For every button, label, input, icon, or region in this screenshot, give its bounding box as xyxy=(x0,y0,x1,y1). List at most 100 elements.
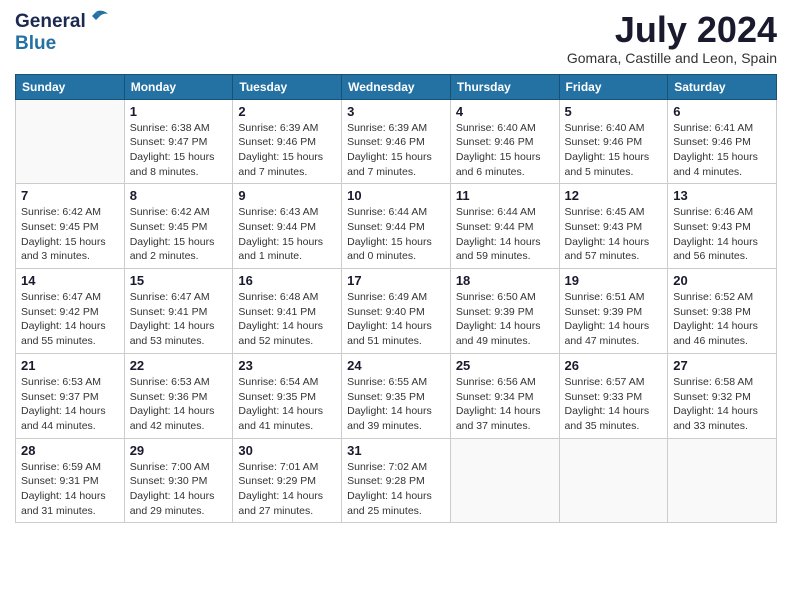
day-info: Sunrise: 6:42 AMSunset: 9:45 PMDaylight:… xyxy=(130,205,228,264)
calendar-cell: 21 Sunrise: 6:53 AMSunset: 9:37 PMDayligh… xyxy=(16,353,125,438)
calendar-cell: 5 Sunrise: 6:40 AMSunset: 9:46 PMDaylight… xyxy=(559,99,668,184)
calendar-week-3: 14 Sunrise: 6:47 AMSunset: 9:42 PMDayligh… xyxy=(16,269,777,354)
day-number: 24 xyxy=(347,358,445,373)
day-number: 16 xyxy=(238,273,336,288)
day-info: Sunrise: 6:40 AMSunset: 9:46 PMDaylight:… xyxy=(456,121,554,180)
calendar-cell: 30Sunrise: 7:01 AMSunset: 9:29 PMDayligh… xyxy=(233,438,342,523)
calendar-cell: 19 Sunrise: 6:51 AMSunset: 9:39 PMDayligh… xyxy=(559,269,668,354)
calendar-cell: 12 Sunrise: 6:45 AMSunset: 9:43 PMDayligh… xyxy=(559,184,668,269)
calendar-cell: 16 Sunrise: 6:48 AMSunset: 9:41 PMDayligh… xyxy=(233,269,342,354)
logo-blue: Blue xyxy=(15,33,56,54)
day-of-week-wednesday: Wednesday xyxy=(342,74,451,99)
day-info: Sunrise: 6:43 AMSunset: 9:44 PMDaylight:… xyxy=(238,205,336,264)
day-info: Sunrise: 6:54 AMSunset: 9:35 PMDaylight:… xyxy=(238,375,336,434)
day-number: 5 xyxy=(565,104,663,119)
calendar-cell: 22 Sunrise: 6:53 AMSunset: 9:36 PMDayligh… xyxy=(124,353,233,438)
calendar-cell: 1 Sunrise: 6:38 AMSunset: 9:47 PMDaylight… xyxy=(124,99,233,184)
calendar-week-2: 7 Sunrise: 6:42 AMSunset: 9:45 PMDaylight… xyxy=(16,184,777,269)
calendar-week-5: 28 Sunrise: 6:59 AMSunset: 9:31 PMDayligh… xyxy=(16,438,777,523)
day-info: Sunrise: 7:02 AMSunset: 9:28 PMDaylight:… xyxy=(347,460,445,519)
day-info: Sunrise: 6:40 AMSunset: 9:46 PMDaylight:… xyxy=(565,121,663,180)
calendar-cell: 24 Sunrise: 6:55 AMSunset: 9:35 PMDayligh… xyxy=(342,353,451,438)
location-subtitle: Gomara, Castille and Leon, Spain xyxy=(567,50,777,66)
day-number: 25 xyxy=(456,358,554,373)
calendar-cell: 9 Sunrise: 6:43 AMSunset: 9:44 PMDaylight… xyxy=(233,184,342,269)
day-info: Sunrise: 6:50 AMSunset: 9:39 PMDaylight:… xyxy=(456,290,554,349)
day-of-week-saturday: Saturday xyxy=(668,74,777,99)
day-info: Sunrise: 6:59 AMSunset: 9:31 PMDaylight:… xyxy=(21,460,119,519)
day-info: Sunrise: 6:39 AMSunset: 9:46 PMDaylight:… xyxy=(238,121,336,180)
calendar-cell: 25Sunrise: 6:56 AMSunset: 9:34 PMDayligh… xyxy=(450,353,559,438)
day-info: Sunrise: 6:39 AMSunset: 9:46 PMDaylight:… xyxy=(347,121,445,180)
day-of-week-monday: Monday xyxy=(124,74,233,99)
day-info: Sunrise: 6:47 AMSunset: 9:42 PMDaylight:… xyxy=(21,290,119,349)
calendar-cell: 26 Sunrise: 6:57 AMSunset: 9:33 PMDayligh… xyxy=(559,353,668,438)
day-info: Sunrise: 6:55 AMSunset: 9:35 PMDaylight:… xyxy=(347,375,445,434)
calendar-cell: 7 Sunrise: 6:42 AMSunset: 9:45 PMDaylight… xyxy=(16,184,125,269)
day-number: 11 xyxy=(456,188,554,203)
day-info: Sunrise: 6:38 AMSunset: 9:47 PMDaylight:… xyxy=(130,121,228,180)
day-number: 14 xyxy=(21,273,119,288)
calendar-header: SundayMondayTuesdayWednesdayThursdayFrid… xyxy=(16,74,777,99)
day-number: 22 xyxy=(130,358,228,373)
calendar-cell: 6Sunrise: 6:41 AMSunset: 9:46 PMDaylight… xyxy=(668,99,777,184)
day-info: Sunrise: 6:46 AMSunset: 9:43 PMDaylight:… xyxy=(673,205,771,264)
day-of-week-thursday: Thursday xyxy=(450,74,559,99)
calendar-cell: 2Sunrise: 6:39 AMSunset: 9:46 PMDaylight… xyxy=(233,99,342,184)
day-info: Sunrise: 6:52 AMSunset: 9:38 PMDaylight:… xyxy=(673,290,771,349)
day-number: 8 xyxy=(130,188,228,203)
day-info: Sunrise: 7:01 AMSunset: 9:29 PMDaylight:… xyxy=(238,460,336,519)
logo: General Blue xyxy=(15,10,110,55)
day-number: 26 xyxy=(565,358,663,373)
month-title: July 2024 xyxy=(567,10,777,50)
day-info: Sunrise: 6:42 AMSunset: 9:45 PMDaylight:… xyxy=(21,205,119,264)
calendar-cell xyxy=(559,438,668,523)
calendar-cell: 8 Sunrise: 6:42 AMSunset: 9:45 PMDaylight… xyxy=(124,184,233,269)
day-number: 3 xyxy=(347,104,445,119)
day-number: 7 xyxy=(21,188,119,203)
calendar-cell xyxy=(450,438,559,523)
calendar-cell: 23 Sunrise: 6:54 AMSunset: 9:35 PMDayligh… xyxy=(233,353,342,438)
day-info: Sunrise: 6:57 AMSunset: 9:33 PMDaylight:… xyxy=(565,375,663,434)
day-info: Sunrise: 6:41 AMSunset: 9:46 PMDaylight:… xyxy=(673,121,771,180)
calendar-cell: 4Sunrise: 6:40 AMSunset: 9:46 PMDaylight… xyxy=(450,99,559,184)
day-number: 27 xyxy=(673,358,771,373)
calendar-cell: 17 Sunrise: 6:49 AMSunset: 9:40 PMDayligh… xyxy=(342,269,451,354)
day-info: Sunrise: 6:53 AMSunset: 9:37 PMDaylight:… xyxy=(21,375,119,434)
calendar-cell: 28 Sunrise: 6:59 AMSunset: 9:31 PMDayligh… xyxy=(16,438,125,523)
day-number: 29 xyxy=(130,443,228,458)
calendar-cell: 29 Sunrise: 7:00 AMSunset: 9:30 PMDayligh… xyxy=(124,438,233,523)
day-number: 28 xyxy=(21,443,119,458)
calendar-table: SundayMondayTuesdayWednesdayThursdayFrid… xyxy=(15,74,777,524)
day-number: 31 xyxy=(347,443,445,458)
day-number: 21 xyxy=(21,358,119,373)
calendar-cell: 13Sunrise: 6:46 AMSunset: 9:43 PMDayligh… xyxy=(668,184,777,269)
day-info: Sunrise: 6:47 AMSunset: 9:41 PMDaylight:… xyxy=(130,290,228,349)
day-info: Sunrise: 6:51 AMSunset: 9:39 PMDaylight:… xyxy=(565,290,663,349)
day-info: Sunrise: 6:48 AMSunset: 9:41 PMDaylight:… xyxy=(238,290,336,349)
calendar-cell: 11 Sunrise: 6:44 AMSunset: 9:44 PMDayligh… xyxy=(450,184,559,269)
calendar-cell: 15 Sunrise: 6:47 AMSunset: 9:41 PMDayligh… xyxy=(124,269,233,354)
calendar-cell xyxy=(16,99,125,184)
day-of-week-sunday: Sunday xyxy=(16,74,125,99)
calendar-cell: 31 Sunrise: 7:02 AMSunset: 9:28 PMDayligh… xyxy=(342,438,451,523)
day-number: 15 xyxy=(130,273,228,288)
calendar-cell: 10Sunrise: 6:44 AMSunset: 9:44 PMDayligh… xyxy=(342,184,451,269)
day-number: 9 xyxy=(238,188,336,203)
calendar-cell: 14 Sunrise: 6:47 AMSunset: 9:42 PMDayligh… xyxy=(16,269,125,354)
day-number: 23 xyxy=(238,358,336,373)
logo-general: General xyxy=(15,11,86,33)
calendar-cell: 3 Sunrise: 6:39 AMSunset: 9:46 PMDaylight… xyxy=(342,99,451,184)
calendar-week-1: 1 Sunrise: 6:38 AMSunset: 9:47 PMDaylight… xyxy=(16,99,777,184)
day-number: 10 xyxy=(347,188,445,203)
calendar-cell: 18Sunrise: 6:50 AMSunset: 9:39 PMDayligh… xyxy=(450,269,559,354)
day-number: 12 xyxy=(565,188,663,203)
day-number: 1 xyxy=(130,104,228,119)
day-number: 17 xyxy=(347,273,445,288)
day-info: Sunrise: 6:53 AMSunset: 9:36 PMDaylight:… xyxy=(130,375,228,434)
day-info: Sunrise: 6:45 AMSunset: 9:43 PMDaylight:… xyxy=(565,205,663,264)
day-info: Sunrise: 7:00 AMSunset: 9:30 PMDaylight:… xyxy=(130,460,228,519)
day-number: 19 xyxy=(565,273,663,288)
day-info: Sunrise: 6:44 AMSunset: 9:44 PMDaylight:… xyxy=(456,205,554,264)
day-info: Sunrise: 6:49 AMSunset: 9:40 PMDaylight:… xyxy=(347,290,445,349)
